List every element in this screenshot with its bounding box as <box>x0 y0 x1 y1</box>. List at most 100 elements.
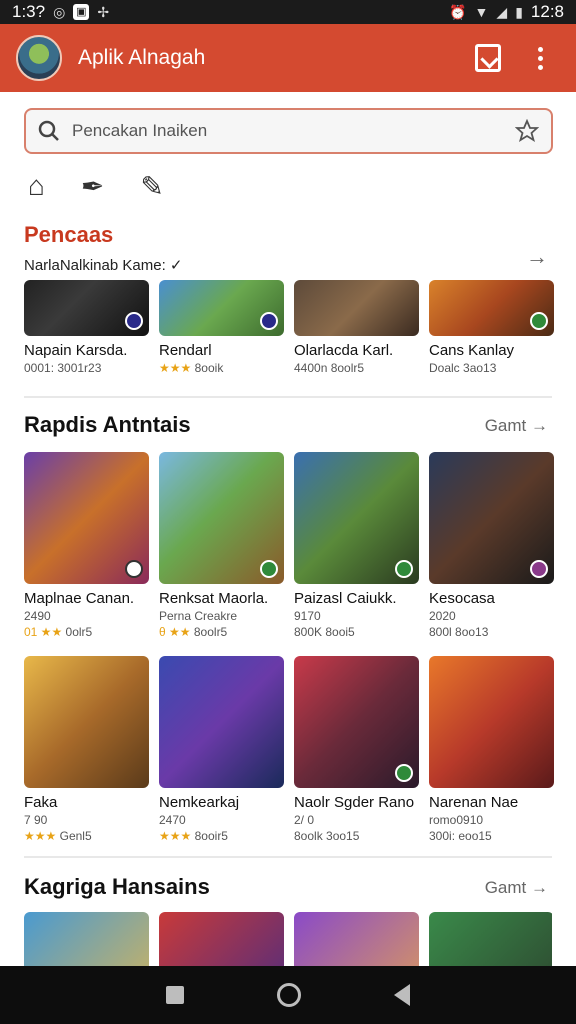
game-card[interactable]: Naolr Sgder Rano 2/ 0 8oolk 3oo15 <box>294 656 419 843</box>
app-bar: Aplik Alnagah <box>0 24 576 92</box>
game-title: Kesocasa <box>429 590 495 607</box>
pen-icon[interactable]: ✒ <box>81 170 104 203</box>
game-title: Maplnae Canan. <box>24 590 135 607</box>
game-title: Olarlacda Karl. <box>294 342 394 359</box>
wifi-icon: ▼ <box>474 4 489 20</box>
notification-icon: ◎ <box>53 3 66 20</box>
game-card[interactable] <box>159 912 284 966</box>
signal-dim-icon: ✢ <box>97 3 110 20</box>
app-title: Aplik Alnagah <box>78 46 206 69</box>
game-meta: Doalc 3ao13 <box>429 361 497 375</box>
star-icon[interactable] <box>515 119 539 143</box>
game-subtitle: 9170 <box>294 609 321 623</box>
game-thumbnail <box>429 452 554 584</box>
game-meta: ★★★ 8ooik <box>159 361 224 375</box>
section-third: Kagriga Hansains Gamt → <box>24 874 552 966</box>
section-popular: Rapdis Antntais Gamt → Maplnae Canan. 24… <box>24 412 554 852</box>
recents-button[interactable] <box>166 986 185 1004</box>
game-title: Nemkearkaj <box>159 794 240 811</box>
game-title: Rendarl <box>159 342 212 359</box>
back-button[interactable] <box>393 984 410 1006</box>
status-time: 1:3? <box>12 2 46 21</box>
game-subtitle: 2/ 0 <box>294 813 315 827</box>
game-card[interactable]: Renksat Maorla. Perna Creakre θ ★★ 8oolr… <box>159 452 284 639</box>
game-meta: 4400n 8oolr5 <box>294 361 365 375</box>
game-meta: 800l 8oo13 <box>429 625 489 639</box>
game-card[interactable]: Olarlacda Karl. 4400n 8oolr5 <box>294 280 419 375</box>
game-card[interactable]: Nemkearkaj 2470 ★★★ 8ooir5 <box>159 656 284 843</box>
game-card[interactable]: Kesocasa 2020 800l 8oo13 <box>429 452 554 639</box>
battery-icon: ▮ <box>515 3 523 20</box>
game-thumbnail <box>429 912 552 966</box>
game-card[interactable] <box>24 912 149 966</box>
game-card[interactable] <box>294 912 419 966</box>
game-title: Cans Kanlay <box>429 342 515 359</box>
game-thumbnail <box>429 656 554 788</box>
see-more-link[interactable]: Gamt → <box>485 416 548 436</box>
game-meta: 01 ★★ 0olr5 <box>24 625 93 639</box>
game-subtitle: 2470 <box>159 813 186 827</box>
game-thumbnail <box>429 280 554 336</box>
avatar[interactable] <box>16 35 62 81</box>
section-subtitle: NarlaNalkinab Kame: ✓ <box>24 257 183 274</box>
home-button[interactable] <box>276 983 301 1007</box>
status-bar: 1:3? ◎ ▣ ✢ ⏰ ▼ ◢ ▮ 12:8 <box>0 0 576 24</box>
bookmark-button[interactable] <box>468 38 508 78</box>
game-subtitle: 7 90 <box>24 813 48 827</box>
bookmark-icon <box>475 44 501 72</box>
game-card[interactable]: Paizasl Caiukk. 9170 800K 8ooi5 <box>294 452 419 639</box>
basket-icon[interactable]: ⌂ <box>28 170 45 203</box>
cell-signal-icon: ◢ <box>496 3 508 20</box>
game-thumbnail <box>294 656 419 788</box>
game-card[interactable] <box>429 912 552 966</box>
app-notification-icon: ▣ <box>73 4 90 20</box>
game-card[interactable]: Faka 7 90 ★★★ Genl5 <box>24 656 149 843</box>
game-thumbnail <box>294 912 419 966</box>
game-subtitle: Perna Creakre <box>159 609 238 623</box>
game-thumbnail <box>159 280 284 336</box>
game-title: Napain Karsda. <box>24 342 128 359</box>
game-meta: ★★★ Genl5 <box>24 829 92 843</box>
game-thumbnail <box>24 656 149 788</box>
game-thumbnail <box>294 280 419 336</box>
search-bar[interactable]: Pencakan Inaiken <box>24 108 553 154</box>
divider <box>24 856 552 858</box>
game-card[interactable]: Narenan Nae romo0910 300i: eoo15 <box>429 656 554 843</box>
chevron-right-icon[interactable]: → <box>526 244 548 270</box>
section-title: Pencaas <box>24 222 114 247</box>
search-icon <box>38 120 59 141</box>
game-thumbnail <box>24 912 149 966</box>
more-options-button[interactable] <box>520 38 560 78</box>
kebab-menu-icon <box>537 46 543 70</box>
game-subtitle: 2490 <box>24 609 51 623</box>
game-card[interactable]: Cans Kanlay Doalc 3ao13 <box>429 280 554 375</box>
game-title: Paizasl Caiukk. <box>294 590 397 607</box>
game-meta: 8oolk 3oo15 <box>294 829 360 843</box>
game-meta: θ ★★ 8oolr5 <box>159 625 228 639</box>
game-subtitle: 2020 <box>429 609 456 623</box>
status-clock: 12:8 <box>530 2 564 21</box>
game-card[interactable]: Rendarl ★★★ 8ooik <box>159 280 284 375</box>
toolbar: ⌂ ✒ ✎ <box>28 170 164 203</box>
game-thumbnail <box>294 452 419 584</box>
section-title: Kagriga Hansains <box>24 874 210 899</box>
game-title: Renksat Maorla. <box>159 590 269 607</box>
see-more-link[interactable]: Gamt → <box>485 878 548 898</box>
game-card[interactable]: Napain Karsda. 0001: 3001r23 <box>24 280 149 375</box>
game-thumbnail <box>159 912 284 966</box>
game-card[interactable]: Maplnae Canan. 2490 01 ★★ 0olr5 <box>24 452 149 639</box>
game-title: Naolr Sgder Rano <box>294 794 415 811</box>
search-input[interactable]: Pencakan Inaiken <box>72 121 515 141</box>
game-meta: 0001: 3001r23 <box>24 361 102 375</box>
game-thumbnail <box>24 280 149 336</box>
divider <box>24 396 552 398</box>
system-nav-bar <box>0 966 576 1024</box>
edit-icon[interactable]: ✎ <box>140 170 163 203</box>
game-thumbnail <box>159 656 284 788</box>
game-meta: 800K 8ooi5 <box>294 625 355 639</box>
section-featured: Pencaas NarlaNalkinab Kame: ✓ → Napain K… <box>24 222 554 392</box>
alarm-icon: ⏰ <box>449 3 467 20</box>
game-subtitle: romo0910 <box>429 813 484 827</box>
game-thumbnail <box>24 452 149 584</box>
game-title: Narenan Nae <box>429 794 519 811</box>
